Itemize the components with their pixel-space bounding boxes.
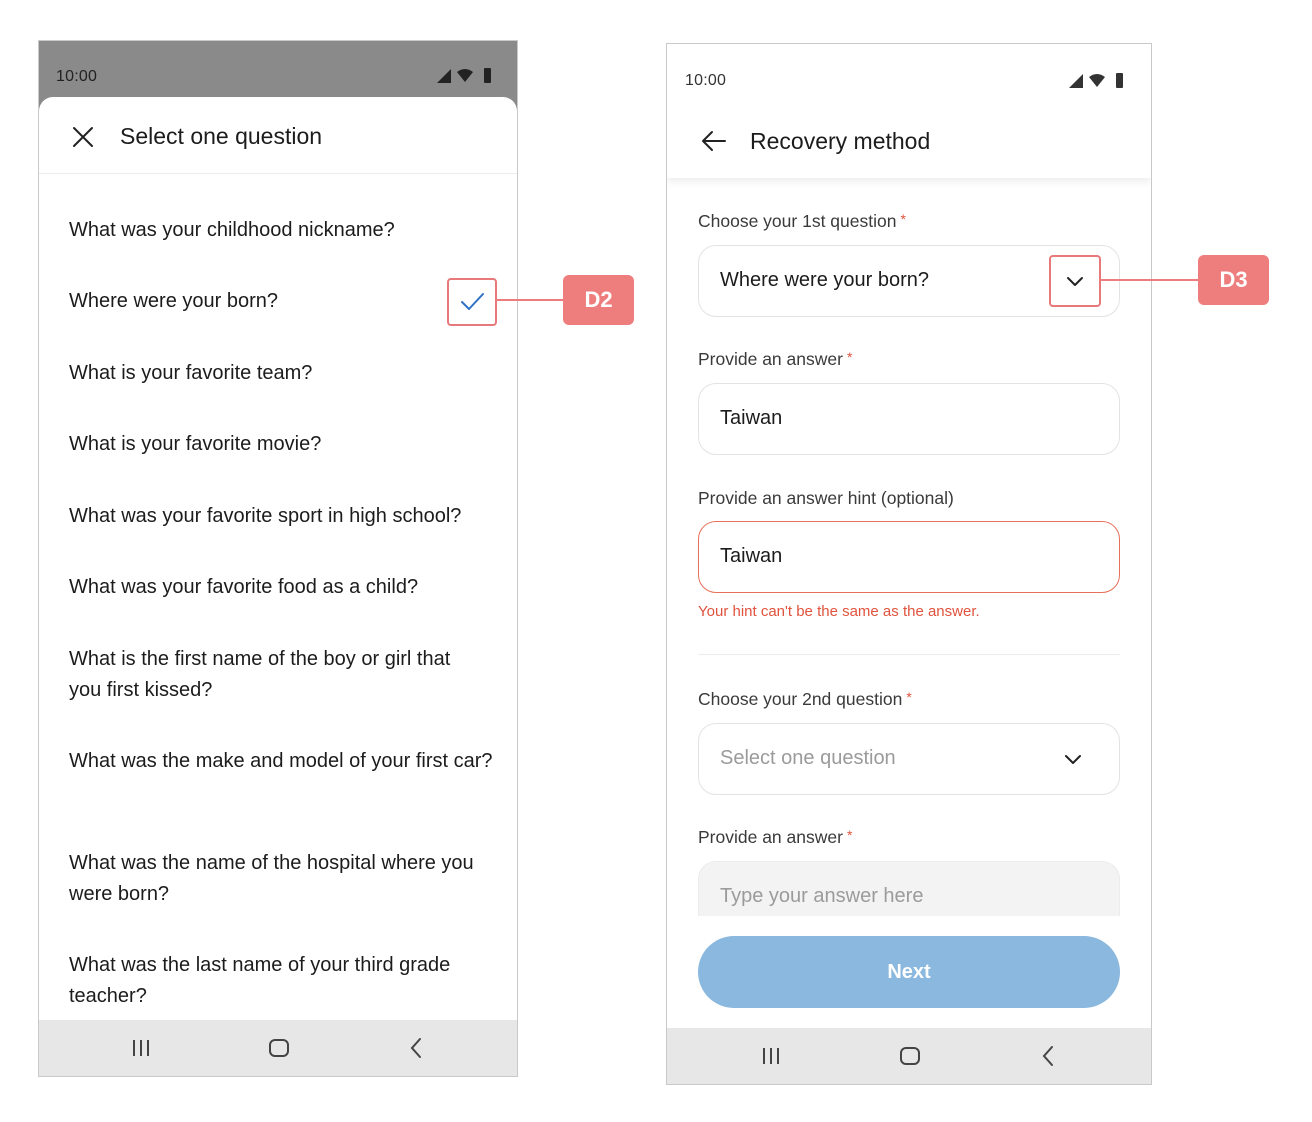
q1-dropdown-highlight[interactable] [1049,255,1101,307]
question-option[interactable]: What was your favorite sport in high sch… [69,501,509,532]
q1-select[interactable]: Where were your born? [698,245,1120,317]
callout-d2-line [496,299,564,301]
q1-selected-value: Where were your born? [720,269,929,291]
required-mark: * [846,827,853,843]
a1-input[interactable]: Taiwan [698,383,1120,455]
back-arrow-icon[interactable] [701,130,727,152]
a2-label-text: Provide an answer [698,827,843,847]
q2-placeholder: Select one question [720,747,896,769]
signal-wifi-battery-icon [437,68,491,83]
required-mark: * [846,349,853,365]
question-option[interactable]: What was the last name of your third gra… [69,950,499,1012]
question-option[interactable]: What was the make and model of your firs… [69,746,499,777]
question-option[interactable]: What is your favorite team? [69,358,509,389]
status-time: 10:00 [685,72,727,89]
nav-recents-icon[interactable] [760,1046,782,1066]
hint-label: Provide an answer hint (optional) [698,488,954,508]
question-option[interactable]: What is the first name of the boy or gir… [69,644,469,706]
q1-label: Choose your 1st question * [698,211,906,232]
hint-value: Taiwan [720,545,783,567]
hint-error-message: Your hint can't be the same as the answe… [698,603,980,620]
a1-label: Provide an answer * [698,349,852,370]
status-time: 10:00 [56,68,98,85]
bottom-action-area: Next [667,916,1151,1032]
q1-label-text: Choose your 1st question [698,211,897,231]
system-nav-bar [667,1028,1151,1084]
system-nav-bar [39,1020,517,1076]
q2-select[interactable]: Select one question [698,723,1120,795]
question-option[interactable]: What was your favorite food as a child? [69,572,509,603]
recovery-method-screen: 10:00 Recovery method Choose your 1st qu… [666,43,1152,1085]
nav-home-icon[interactable] [268,1038,290,1058]
signal-wifi-battery-icon [1069,73,1123,88]
q2-label-text: Choose your 2nd question [698,689,903,709]
chevron-down-icon [1067,277,1083,286]
app-bar: 10:00 Recovery method [667,44,1151,178]
close-icon[interactable] [71,125,95,149]
callout-d3: D3 [1198,255,1269,305]
sheet-title: Select one question [120,123,323,149]
question-option[interactable]: What is your favorite movie? [69,429,509,460]
nav-back-icon[interactable] [1040,1045,1056,1067]
q2-label: Choose your 2nd question * [698,689,912,710]
status-bar: 10:00 [39,41,517,97]
a2-label: Provide an answer * [698,827,852,848]
chevron-down-icon[interactable] [1063,753,1083,767]
a1-value: Taiwan [720,407,783,429]
a1-label-text: Provide an answer [698,349,843,369]
callout-d3-line [1100,279,1199,281]
bottom-sheet: Select one question What was your childh… [39,97,517,1023]
next-button[interactable]: Next [698,936,1120,1008]
a2-placeholder: Type your answer here [720,885,924,907]
hint-input[interactable]: Taiwan [698,521,1120,593]
nav-home-icon[interactable] [899,1046,921,1066]
callout-d2: D2 [563,275,634,325]
sheet-header: Select one question [39,97,517,174]
section-divider [698,654,1120,655]
nav-back-icon[interactable] [408,1037,424,1059]
question-option-selected[interactable]: Where were your born? [69,286,509,317]
required-mark: * [900,211,906,227]
question-option[interactable]: What was your childhood nickname? [69,215,509,246]
required-mark: * [906,689,912,705]
question-picker-screen: 10:00 Select one question What was your … [38,40,518,1077]
question-option[interactable]: What was the name of the hospital where … [69,848,479,910]
page-title: Recovery method [750,128,931,154]
check-icon [447,278,497,326]
nav-recents-icon[interactable] [130,1038,152,1058]
